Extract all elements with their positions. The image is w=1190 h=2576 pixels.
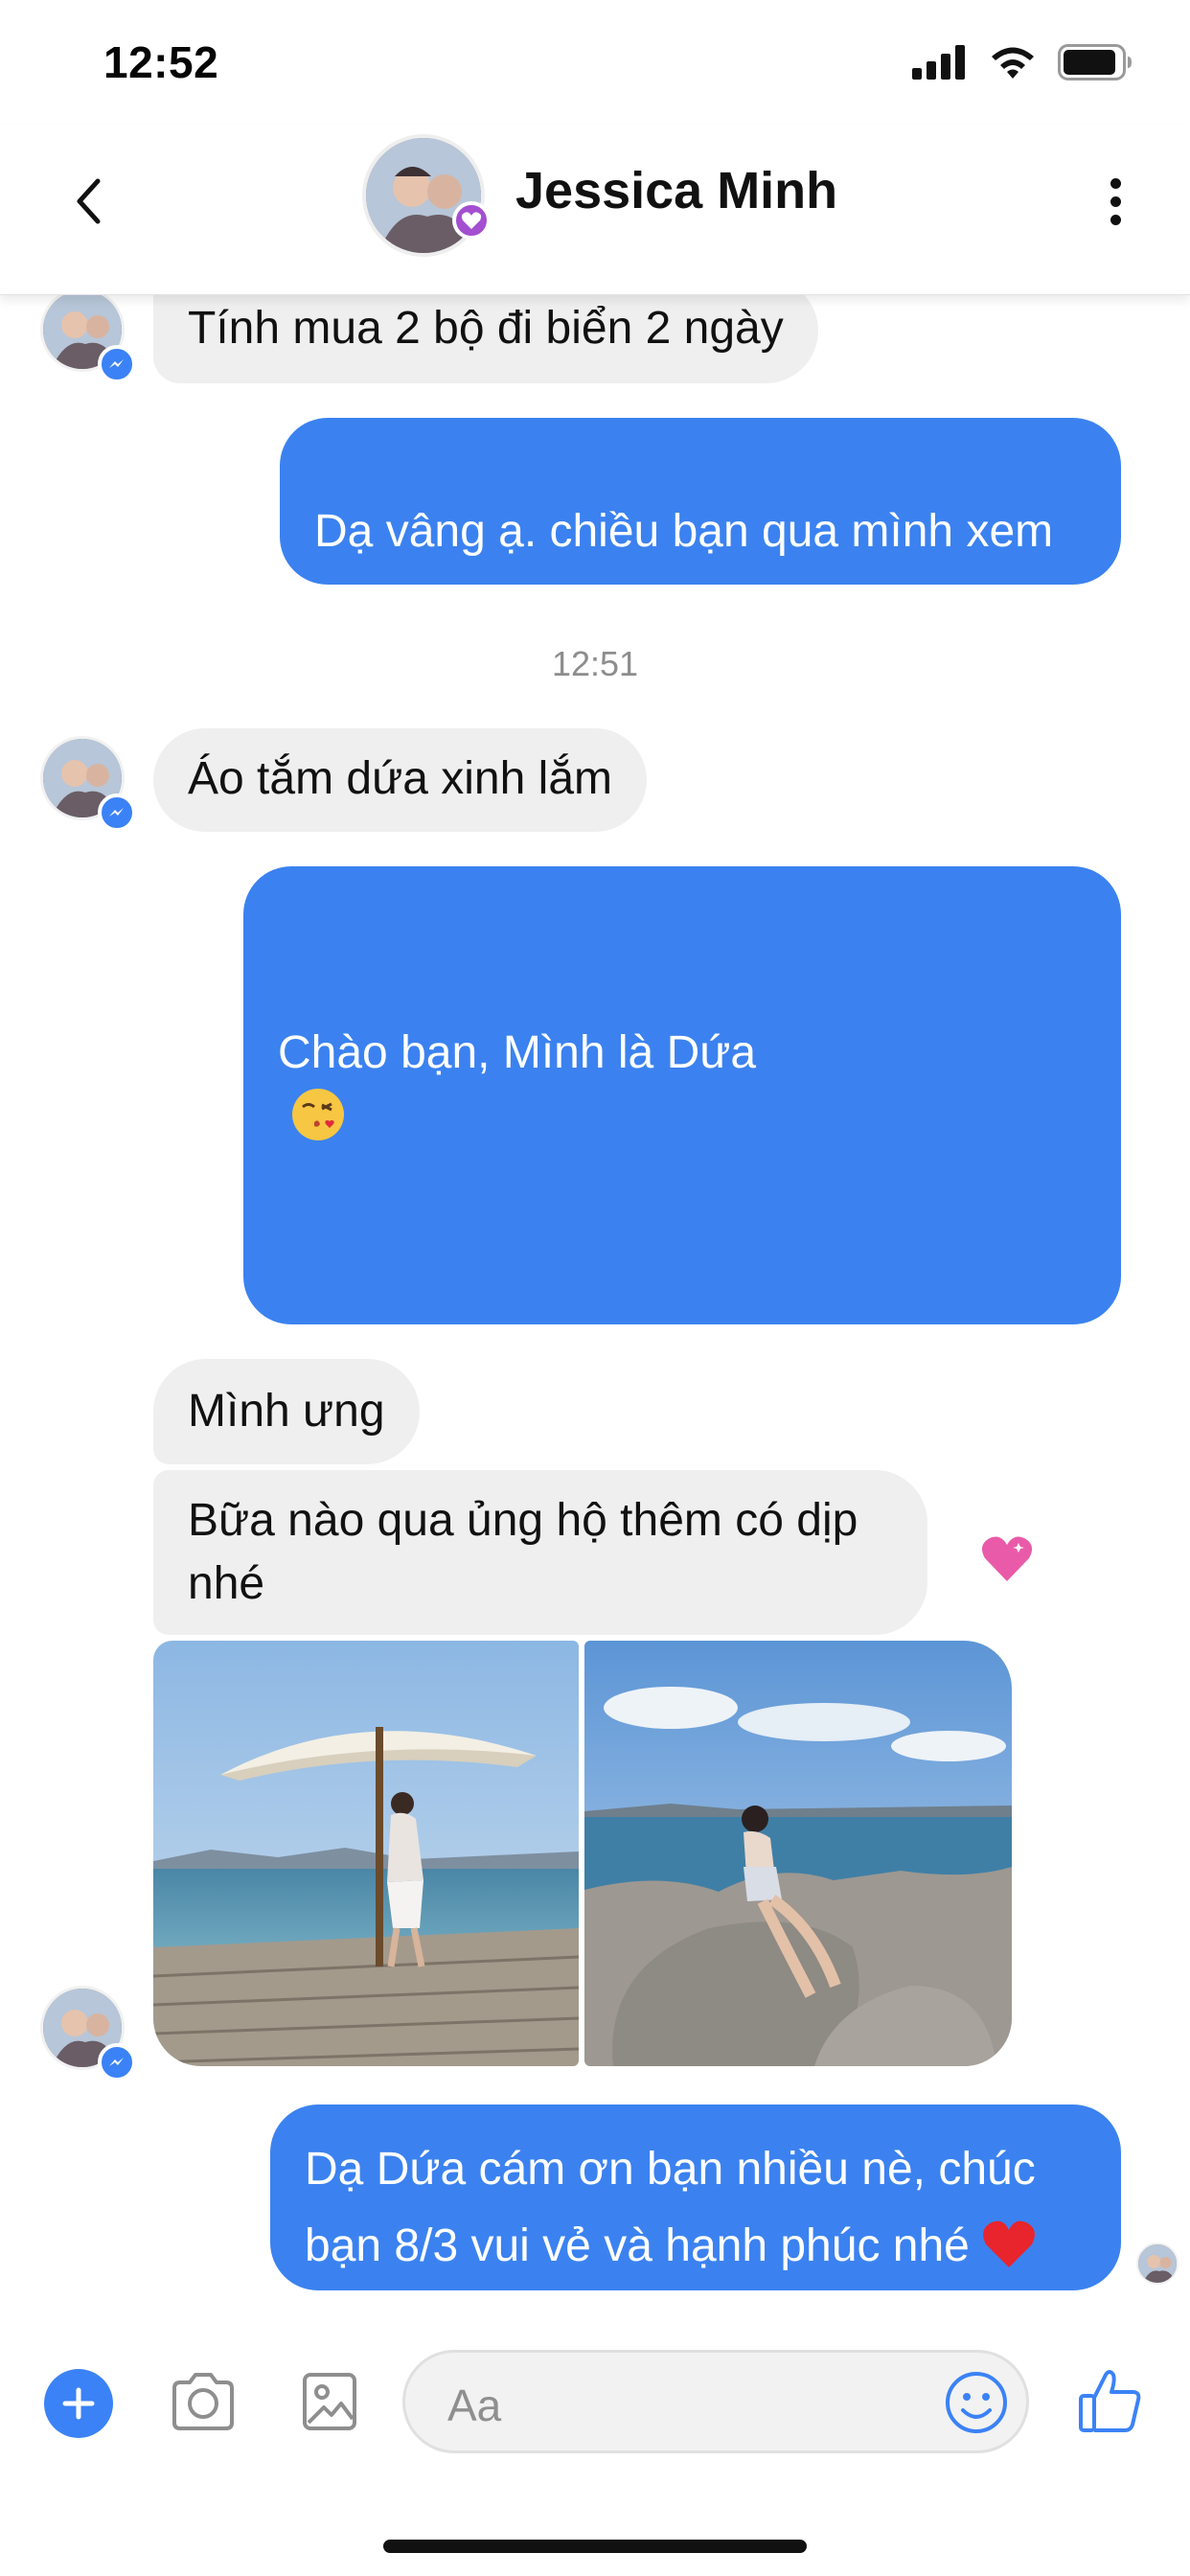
chevron-left-icon	[77, 178, 101, 224]
gallery-button[interactable]	[301, 2371, 358, 2437]
image-icon	[303, 2373, 356, 2430]
message-timestamp: 12:51	[551, 644, 639, 683]
back-button[interactable]	[59, 163, 117, 240]
messenger-badge-icon	[98, 2043, 136, 2082]
shared-photo-rock[interactable]	[584, 1641, 1012, 2066]
message-text: Chào bạn, Mình là Dứa	[278, 1027, 757, 1078]
message-text: Dạ Dứa cám ơn bạn nhiều nè, chúc bạn 8/3…	[305, 2144, 1036, 2271]
conversation-header: Jessica Minh	[0, 125, 1190, 295]
incoming-message[interactable]: Áo tắm dứa xinh lắm	[153, 728, 647, 832]
face-blowing-kiss-emoji-icon	[292, 1089, 344, 1141]
message-input[interactable]: Aa	[402, 2350, 1029, 2453]
red-heart-emoji-icon	[982, 2220, 1035, 2268]
outgoing-message[interactable]: Dạ vâng ạ. chiều bạn qua mình xem rồi có…	[280, 418, 1121, 683]
thumbs-up-icon	[1079, 2370, 1141, 2432]
incoming-message[interactable]: Mình ưng	[153, 1359, 420, 1464]
beach-rock-photo	[584, 1641, 1012, 2066]
messenger-heart-badge-icon	[452, 201, 491, 240]
status-bar: 12:52	[0, 0, 1190, 134]
shared-photo-umbrella[interactable]	[153, 1641, 579, 2066]
camera-icon	[172, 2373, 234, 2430]
more-dot	[1110, 196, 1121, 207]
seen-receipt-avatar	[1136, 2242, 1179, 2285]
messenger-badge-icon	[98, 345, 136, 383]
message-input-placeholder: Aa	[447, 2380, 502, 2430]
home-indicator	[383, 2540, 807, 2553]
incoming-message[interactable]: Bữa nào qua ủng hộ thêm có dịp nhé	[153, 1470, 927, 1635]
contact-name[interactable]: Jessica Minh	[515, 161, 837, 220]
more-options-button[interactable]	[1096, 163, 1134, 240]
sparkling-heart-emoji-icon	[981, 1536, 1032, 1582]
outgoing-message[interactable]: Dạ Dứa cám ơn bạn nhiều nè, chúc bạn 8/3…	[270, 2104, 1121, 2290]
camera-button[interactable]	[169, 2371, 238, 2437]
more-dot	[1110, 177, 1121, 189]
beach-umbrella-photo	[153, 1641, 579, 2066]
message-line: Chào bạn, Mình là Dứa	[278, 958, 1087, 1148]
smiley-icon	[946, 2372, 1007, 2433]
like-button[interactable]	[1077, 2367, 1142, 2439]
more-dot	[1110, 214, 1121, 225]
battery-icon	[1058, 44, 1132, 80]
incoming-message[interactable]: Tính mua 2 bộ đi biển 2 ngày	[153, 288, 818, 383]
avatar-photo	[1138, 2244, 1177, 2283]
wifi-icon	[992, 47, 1034, 79]
status-icons	[912, 44, 1133, 80]
emoji-button[interactable]	[944, 2370, 1009, 2440]
message-list[interactable]: Tính mua 2 bộ đi biển 2 ngày Dạ vâng ạ. …	[0, 288, 1190, 2329]
cellular-signal-icon	[912, 45, 965, 80]
messenger-badge-icon	[98, 794, 136, 832]
plus-icon	[62, 2387, 95, 2420]
add-button[interactable]	[44, 2369, 113, 2438]
message-line: Dạ vâng ạ. chiều bạn qua mình xem	[314, 506, 1054, 557]
message-composer: Aa	[0, 2319, 1190, 2492]
outgoing-message[interactable]: Chào bạn, Mình là Dứa Dứa sẽ rep tin nhắ…	[243, 866, 1121, 1584]
status-time: 12:52	[103, 37, 219, 87]
